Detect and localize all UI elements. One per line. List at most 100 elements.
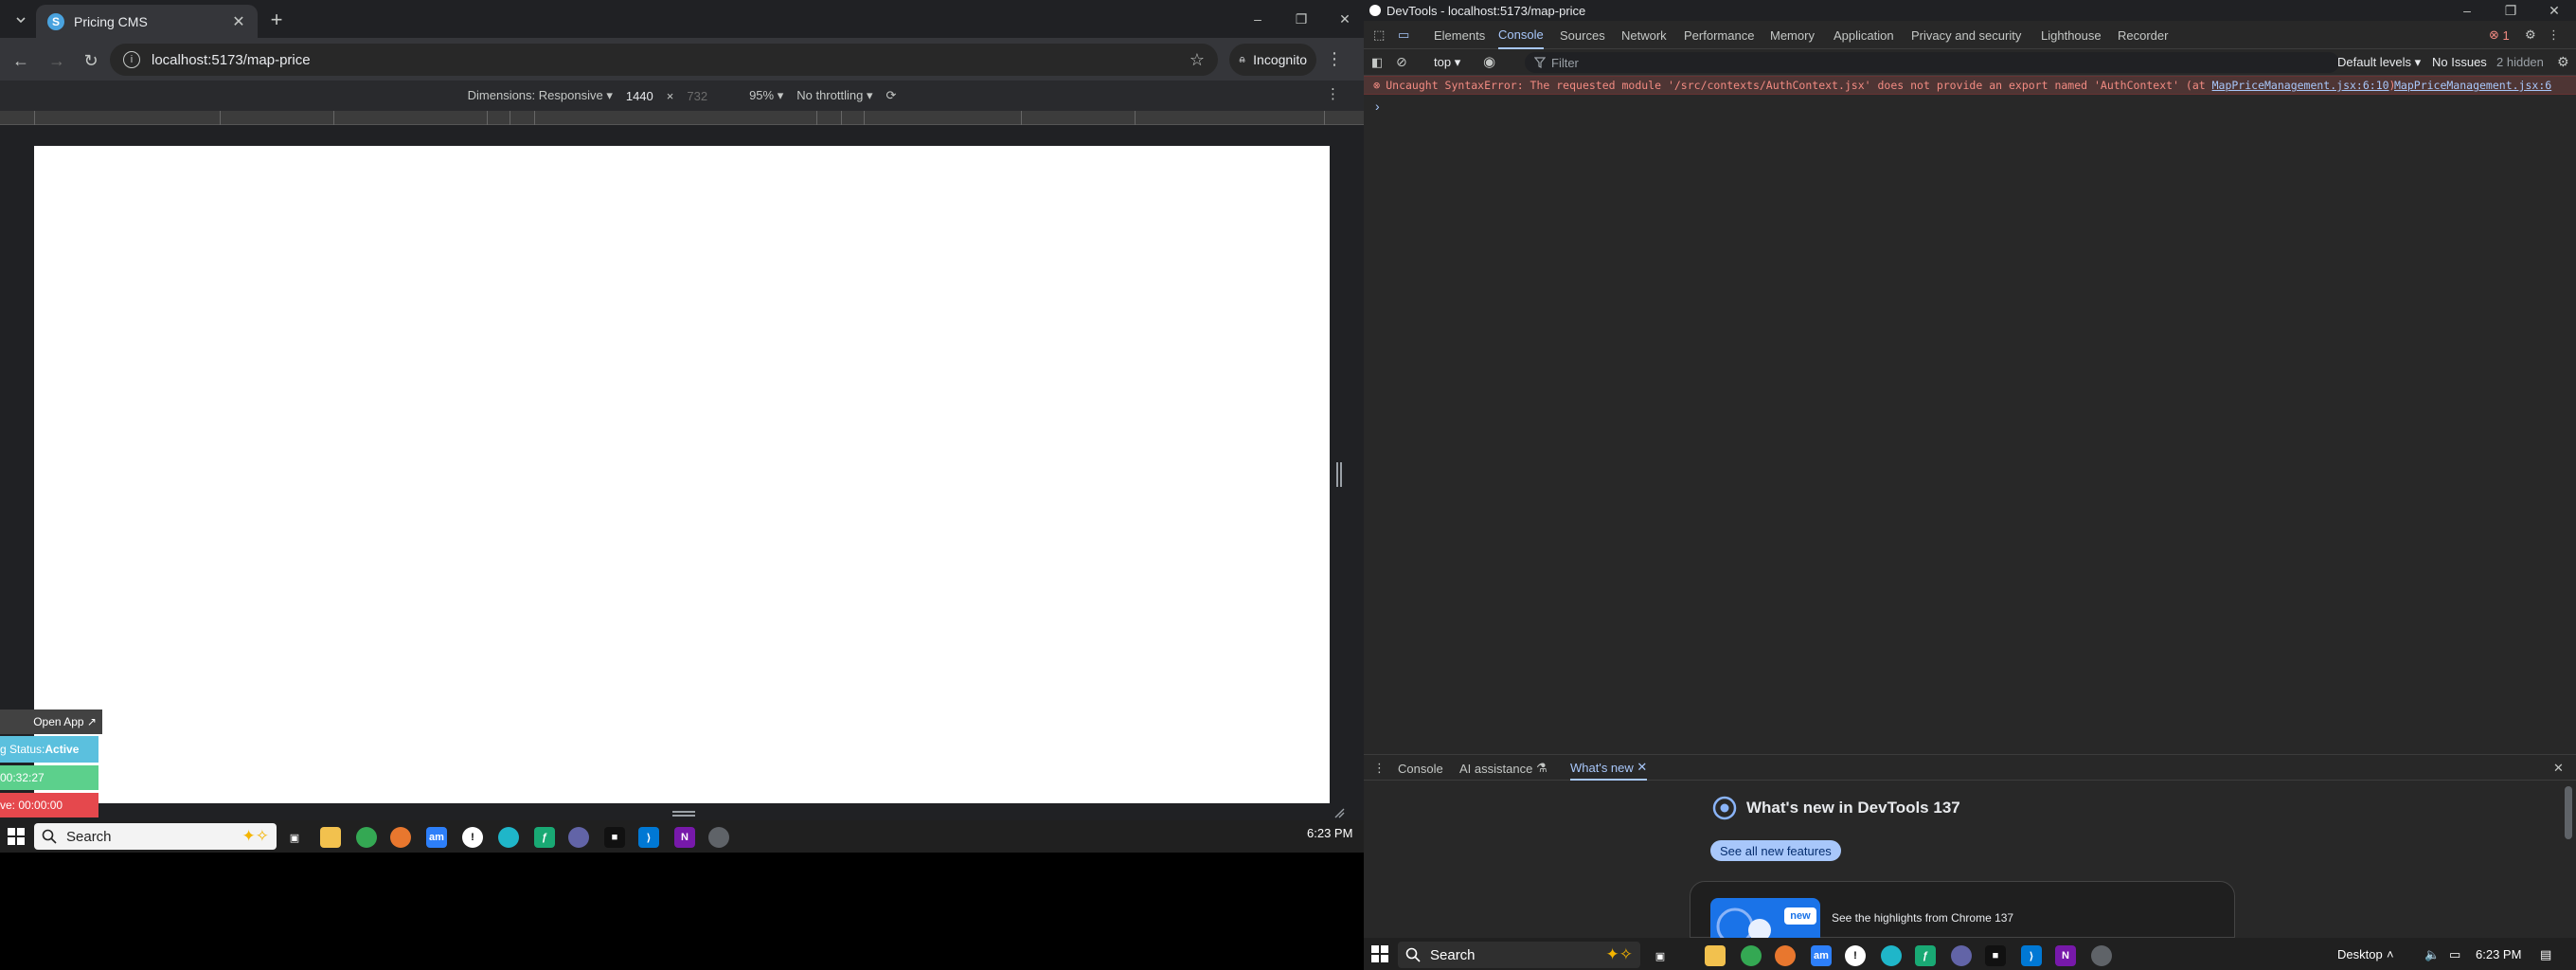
app-icon[interactable]: ƒ xyxy=(1915,945,1936,966)
desktop-label[interactable]: Desktop xyxy=(2337,947,2383,961)
app-icon[interactable] xyxy=(498,827,519,848)
tab-performance[interactable]: Performance xyxy=(1684,21,1754,49)
settings-gear-icon[interactable]: ⚙ xyxy=(2525,21,2536,49)
reload-icon[interactable]: ↻ xyxy=(80,49,102,72)
file-explorer-icon[interactable] xyxy=(320,827,341,848)
devtools-menu-icon[interactable]: ⋮ xyxy=(2548,21,2560,49)
drawer-tab-ai-assistance[interactable]: AI assistance ⚗ xyxy=(1459,756,1547,781)
open-app-button[interactable]: Open App ↗ xyxy=(0,710,102,734)
eye-icon[interactable]: ◉ xyxy=(1483,53,1495,70)
error-source-link[interactable]: MapPriceManagement.jsx:6 xyxy=(2394,79,2551,92)
taskbar-search[interactable]: Search ✦✧ xyxy=(34,823,277,850)
resize-handle-corner[interactable] xyxy=(1333,807,1345,818)
task-view-icon[interactable]: ▣ xyxy=(284,827,305,848)
close-drawer-icon[interactable]: ✕ xyxy=(2553,756,2564,781)
new-tab-button[interactable]: + xyxy=(265,8,288,31)
app-icon[interactable]: ƒ xyxy=(534,827,555,848)
height-input[interactable]: 732 xyxy=(687,89,707,103)
app-icon[interactable]: ■ xyxy=(604,827,625,848)
bookmark-star-icon[interactable]: ☆ xyxy=(1190,50,1205,70)
console-prompt[interactable]: › xyxy=(1375,99,1380,114)
chrome-active-icon[interactable] xyxy=(2091,945,2112,966)
zoom-dropdown[interactable]: 95% ▾ xyxy=(749,88,783,103)
windows-start-icon[interactable] xyxy=(1371,945,1388,962)
app-icon[interactable]: am xyxy=(426,827,447,848)
media-query-ruler[interactable] xyxy=(0,111,1364,125)
see-all-features-button[interactable]: See all new features xyxy=(1710,840,1841,861)
issues-label[interactable]: No Issues xyxy=(2432,55,2487,69)
address-bar[interactable]: i localhost:5173/map-price ☆ xyxy=(110,44,1218,76)
minimize-icon[interactable]: – xyxy=(1236,6,1279,32)
onenote-icon[interactable]: N xyxy=(674,827,695,848)
onenote-icon[interactable]: N xyxy=(2055,945,2076,966)
inspect-icon[interactable]: ⬚ xyxy=(1373,21,1385,49)
drawer-tab-console[interactable]: Console xyxy=(1398,756,1443,781)
app-icon[interactable] xyxy=(1775,945,1796,966)
file-explorer-icon[interactable] xyxy=(1705,945,1726,966)
tab-elements[interactable]: Elements xyxy=(1434,21,1485,49)
app-icon[interactable] xyxy=(1881,945,1902,966)
close-window-icon[interactable]: ✕ xyxy=(1323,6,1367,32)
teams-icon[interactable] xyxy=(1951,945,1972,966)
restore-icon[interactable]: ❐ xyxy=(1279,6,1323,32)
app-icon[interactable]: ■ xyxy=(1985,945,2006,966)
vscode-icon[interactable]: ⟩ xyxy=(638,827,659,848)
throttling-dropdown[interactable]: No throttling ▾ xyxy=(796,88,872,103)
device-toolbar-menu-icon[interactable]: ⋮ xyxy=(1326,85,1340,102)
forward-arrow-icon[interactable]: → xyxy=(45,49,68,72)
tab-lighthouse[interactable]: Lighthouse xyxy=(2041,21,2102,49)
site-info-icon[interactable]: i xyxy=(123,51,140,68)
task-view-icon[interactable]: ▣ xyxy=(1650,945,1671,966)
console-settings-icon[interactable]: ⚙ xyxy=(2557,54,2569,70)
app-icon[interactable]: am xyxy=(1811,945,1832,966)
width-input[interactable]: 1440 xyxy=(626,89,653,103)
app-icon[interactable] xyxy=(390,827,411,848)
clear-console-icon[interactable]: ⊘ xyxy=(1396,54,1407,70)
dimensions-dropdown[interactable]: Dimensions: Responsive ▾ xyxy=(468,88,613,103)
resize-handle-right[interactable] xyxy=(1336,462,1342,487)
tab-sources[interactable]: Sources xyxy=(1560,21,1605,49)
network-icon[interactable]: ▭ xyxy=(2449,947,2460,962)
close-tab-icon[interactable]: ✕ xyxy=(231,12,246,31)
page-viewport[interactable] xyxy=(34,146,1330,803)
incognito-indicator[interactable]: Incognito xyxy=(1229,44,1316,76)
app-icon[interactable]: ! xyxy=(1845,945,1866,966)
tab-memory[interactable]: Memory xyxy=(1770,21,1815,49)
vscode-icon[interactable]: ⟩ xyxy=(2021,945,2042,966)
back-arrow-icon[interactable]: ← xyxy=(9,49,32,72)
context-dropdown[interactable]: top ▾ xyxy=(1434,55,1460,70)
chrome-icon[interactable] xyxy=(1741,945,1762,966)
tab-search-button[interactable] xyxy=(9,9,32,30)
chevron-up-icon[interactable]: ˄ xyxy=(2387,947,2394,961)
browser-tab[interactable]: S Pricing CMS ✕ xyxy=(36,5,258,38)
error-counter[interactable]: ⊗ 1 xyxy=(2489,21,2510,49)
tab-application[interactable]: Application xyxy=(1834,21,1894,49)
restore-icon[interactable]: ❐ xyxy=(2489,0,2532,21)
drawer-tab-whats-new[interactable]: What's new ✕ xyxy=(1570,756,1648,781)
tab-recorder[interactable]: Recorder xyxy=(2118,21,2168,49)
chrome-active-icon[interactable] xyxy=(708,827,729,848)
minimize-icon[interactable]: – xyxy=(2445,0,2489,21)
tab-privacy-security[interactable]: Privacy and security xyxy=(1911,21,2021,49)
tab-network[interactable]: Network xyxy=(1621,21,1667,49)
volume-icon[interactable]: 🔈 xyxy=(2424,947,2440,962)
browser-menu-icon[interactable]: ⋮ xyxy=(1326,49,1343,69)
rotate-icon[interactable]: ⟳ xyxy=(886,88,896,103)
close-icon[interactable]: ✕ xyxy=(1637,760,1647,775)
taskbar-search[interactable]: Search ✦✧ xyxy=(1398,942,1640,968)
drawer-menu-icon[interactable]: ⋮ xyxy=(1373,756,1386,781)
device-toggle-icon[interactable]: ▭ xyxy=(1398,21,1409,49)
chrome-icon[interactable] xyxy=(356,827,377,848)
app-icon[interactable]: ! xyxy=(462,827,483,848)
console-filter-input[interactable]: Filter xyxy=(1525,52,2339,73)
close-window-icon[interactable]: ✕ xyxy=(2532,0,2576,21)
drawer-scrollbar[interactable] xyxy=(2565,786,2572,839)
teams-icon[interactable] xyxy=(568,827,589,848)
error-link[interactable]: MapPriceManagement.jsx:6:10 xyxy=(2212,79,2389,92)
log-levels-dropdown[interactable]: Default levels ▾ xyxy=(2337,55,2421,70)
tab-console[interactable]: Console xyxy=(1498,21,1544,49)
sidebar-toggle-icon[interactable]: ◧ xyxy=(1371,55,1383,70)
windows-start-icon[interactable] xyxy=(8,828,25,845)
resize-handle-bottom[interactable] xyxy=(672,811,695,817)
notifications-icon[interactable]: ▤ xyxy=(2540,947,2551,962)
